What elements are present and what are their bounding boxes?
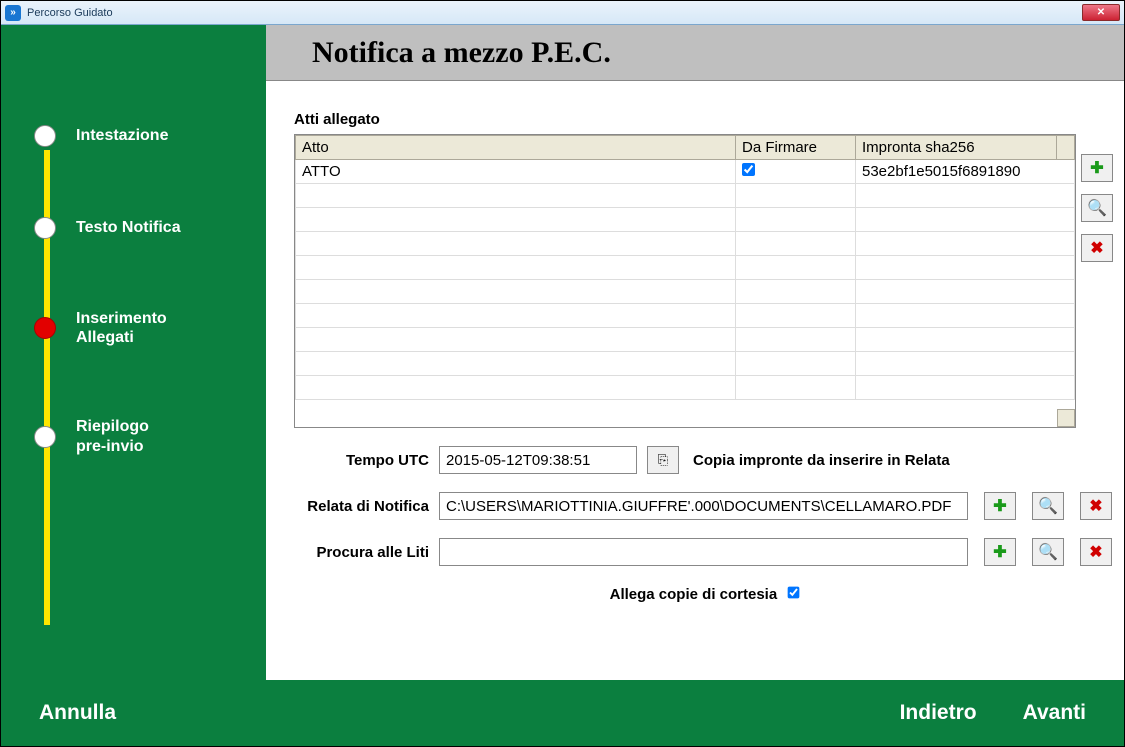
step-label: Testo Notifica — [76, 218, 181, 237]
col-impronta[interactable]: Impronta sha256 — [856, 136, 1057, 160]
copy-impronte-button[interactable]: ⎘ — [647, 446, 679, 474]
col-da-firmare[interactable]: Da Firmare — [736, 136, 856, 160]
step-label: Riepilogo pre-invio — [76, 417, 149, 455]
delete-relata-button[interactable]: ✖ — [1080, 492, 1112, 520]
cortesia-row: Allega copie di cortesia — [294, 586, 1116, 603]
table-row[interactable]: ATTO 53e2bf1e5015f6891890 — [296, 160, 1075, 184]
wizard-footer: Annulla Indietro Avanti — [1, 680, 1124, 746]
view-attachment-button[interactable]: 🔍 — [1081, 194, 1113, 222]
table-scroll-up[interactable] — [1057, 136, 1075, 160]
app-icon: » — [5, 5, 21, 21]
input-relata-path[interactable] — [439, 492, 968, 520]
checkbox-cortesia[interactable] — [788, 587, 800, 599]
cancel-button[interactable]: Annulla — [39, 701, 116, 725]
table-row-empty — [296, 352, 1075, 376]
wizard-step-riepilogo[interactable]: Riepilogo pre-invio — [1, 417, 266, 455]
next-button[interactable]: Avanti — [1023, 701, 1086, 725]
plus-icon: ✚ — [1090, 158, 1103, 178]
view-procura-button[interactable]: 🔍 — [1032, 538, 1064, 566]
table-scroll-down[interactable] — [1057, 409, 1075, 427]
add-relata-button[interactable]: ✚ — [984, 492, 1016, 520]
checkbox-da-firmare[interactable] — [742, 163, 755, 176]
table-row-empty — [296, 376, 1075, 400]
add-procura-button[interactable]: ✚ — [984, 538, 1016, 566]
back-button[interactable]: Indietro — [900, 701, 977, 725]
input-procura-path[interactable] — [439, 538, 968, 566]
table-row-empty — [296, 328, 1075, 352]
step-label: Inserimento Allegati — [76, 309, 167, 347]
step-label: Intestazione — [76, 126, 168, 145]
table-row-empty — [296, 232, 1075, 256]
magnifier-icon: 🔍 — [1087, 198, 1107, 218]
table-row-empty — [296, 208, 1075, 232]
table-row-empty — [296, 280, 1075, 304]
cell-firmare — [736, 160, 856, 184]
x-icon: ✖ — [1089, 496, 1102, 516]
wizard-step-inserimento-allegati[interactable]: Inserimento Allegati — [1, 309, 266, 347]
close-button[interactable]: ✕ — [1082, 4, 1120, 21]
delete-attachment-button[interactable]: ✖ — [1081, 234, 1113, 262]
cell-impronta: 53e2bf1e5015f6891890 — [856, 160, 1075, 184]
x-icon: ✖ — [1090, 238, 1103, 258]
delete-procura-button[interactable]: ✖ — [1080, 538, 1112, 566]
label-relata: Relata di Notifica — [294, 498, 439, 515]
x-icon: ✖ — [1089, 542, 1102, 562]
add-attachment-button[interactable]: ✚ — [1081, 154, 1113, 182]
attachments-title: Atti allegato — [294, 111, 1116, 128]
attachments-table[interactable]: Atto Da Firmare Impronta sha256 ATTO 53e… — [294, 134, 1076, 428]
step-dot-current — [34, 317, 56, 339]
input-tempo-utc[interactable] — [439, 446, 637, 474]
table-row-empty — [296, 304, 1075, 328]
copy-hint-text: Copia impronte da inserire in Relata — [693, 452, 950, 469]
view-relata-button[interactable]: 🔍 — [1032, 492, 1064, 520]
cell-atto: ATTO — [296, 160, 736, 184]
step-dot — [34, 217, 56, 239]
page-title: Notifica a mezzo P.E.C. — [266, 25, 1124, 81]
label-cortesia: Allega copie di cortesia — [610, 586, 778, 603]
wizard-sidebar: Intestazione Testo Notifica Inserimento … — [1, 25, 266, 680]
label-tempo-utc: Tempo UTC — [294, 452, 439, 469]
plus-icon: ✚ — [993, 496, 1006, 516]
wizard-step-intestazione[interactable]: Intestazione — [1, 125, 266, 147]
plus-icon: ✚ — [993, 542, 1006, 562]
step-dot — [34, 125, 56, 147]
window-titlebar: » Percorso Guidato ✕ — [1, 1, 1124, 25]
magnifier-icon: 🔍 — [1038, 496, 1058, 516]
copy-icon: ⎘ — [658, 452, 668, 468]
label-procura: Procura alle Liti — [294, 544, 439, 561]
table-row-empty — [296, 256, 1075, 280]
col-atto[interactable]: Atto — [296, 136, 736, 160]
step-dot — [34, 426, 56, 448]
wizard-step-testo-notifica[interactable]: Testo Notifica — [1, 217, 266, 239]
table-row-empty — [296, 184, 1075, 208]
magnifier-icon: 🔍 — [1038, 542, 1058, 562]
window-title: Percorso Guidato — [27, 7, 1082, 19]
